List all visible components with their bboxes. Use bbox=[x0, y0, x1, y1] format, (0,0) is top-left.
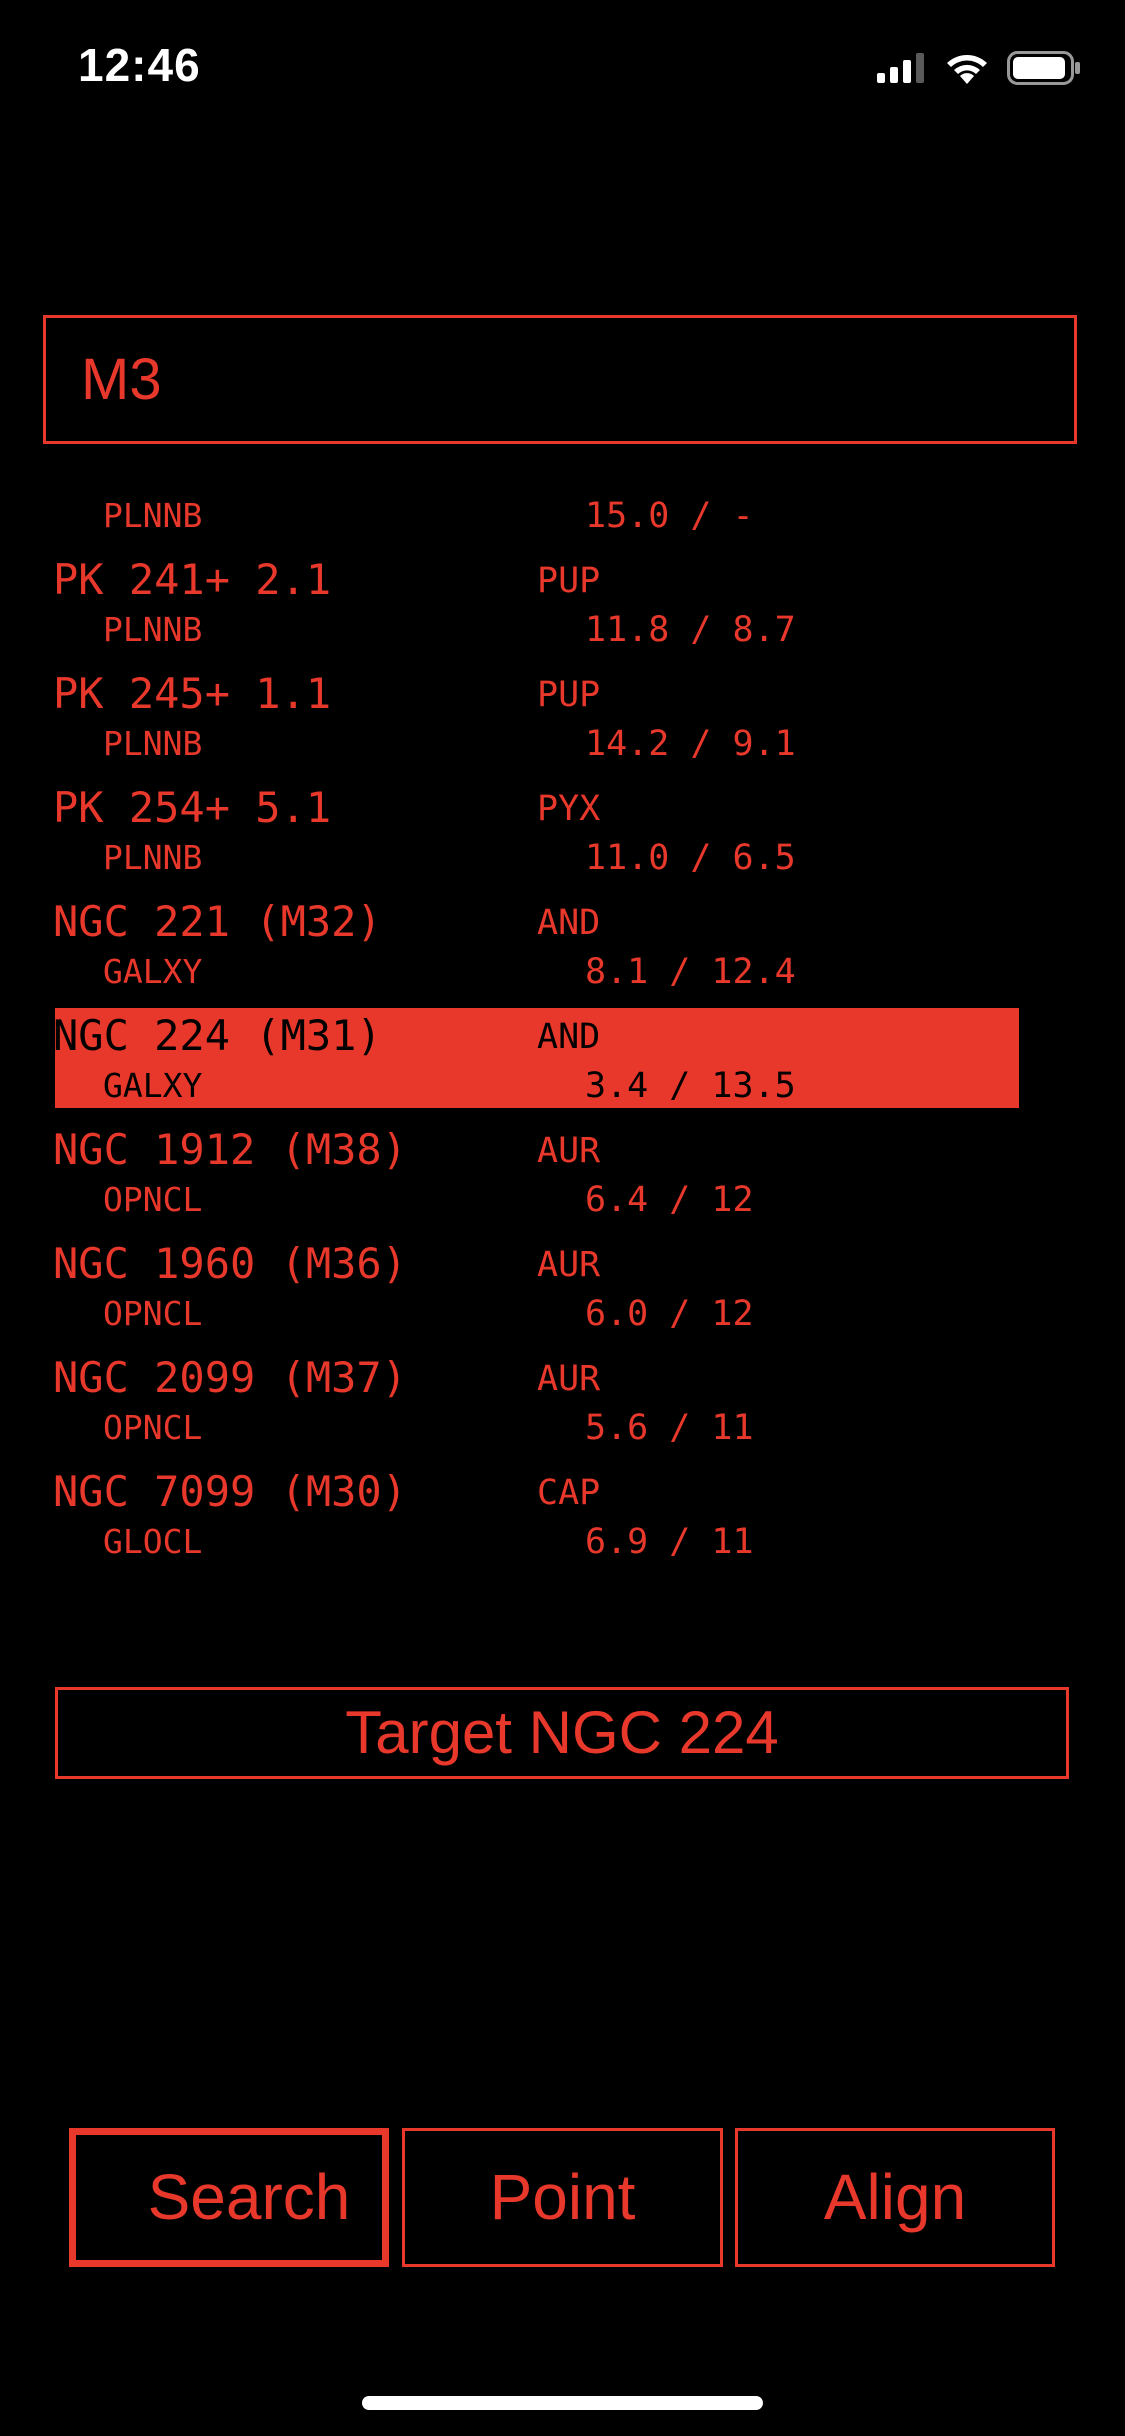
target-button[interactable]: Target NGC 224 bbox=[55, 1687, 1069, 1779]
object-name: NGC 7099 (M30) bbox=[53, 1467, 408, 1516]
result-row[interactable]: NGC 7099 (M30) CAP GLOCL 6.9 / 11 bbox=[0, 1464, 1125, 1578]
result-row[interactable]: NGC 2099 (M37) AUR OPNCL 5.6 / 11 bbox=[0, 1350, 1125, 1464]
cellular-signal-icon bbox=[877, 53, 924, 83]
result-row[interactable]: PK 245+ 1.1 PUP PLNNB 14.2 / 9.1 bbox=[0, 666, 1125, 780]
battery-icon bbox=[1007, 51, 1080, 85]
point-tab-button[interactable]: Point bbox=[402, 2128, 723, 2267]
object-magnitude: 6.9 / 11 bbox=[585, 1522, 754, 1562]
object-type: PLNNB bbox=[103, 496, 203, 535]
result-row[interactable]: PK 241+ 2.1 PUP PLNNB 11.8 / 8.7 bbox=[0, 552, 1125, 666]
object-constellation: AND bbox=[537, 903, 601, 943]
object-name: NGC 224 (M31) bbox=[53, 1011, 382, 1060]
result-row[interactable]: NGC 1960 (M36) AUR OPNCL 6.0 / 12 bbox=[0, 1236, 1125, 1350]
object-magnitude: 6.0 / 12 bbox=[585, 1294, 754, 1334]
object-constellation: CAP bbox=[537, 1473, 601, 1513]
status-time: 12:46 bbox=[78, 39, 201, 91]
object-magnitude: 11.0 / 6.5 bbox=[585, 838, 796, 878]
object-name: NGC 221 (M32) bbox=[53, 897, 382, 946]
object-magnitude: 14.2 / 9.1 bbox=[585, 724, 796, 764]
object-magnitude: 15.0 / - bbox=[585, 496, 754, 536]
object-type: OPNCL bbox=[103, 1294, 203, 1333]
object-constellation: AUR bbox=[537, 1245, 601, 1285]
object-magnitude: 3.4 / 13.5 bbox=[585, 1066, 796, 1106]
home-indicator bbox=[362, 2396, 763, 2410]
object-magnitude: 5.6 / 11 bbox=[585, 1408, 754, 1448]
object-type: PLNNB bbox=[103, 610, 203, 649]
result-row[interactable]: PK 333+ 5.2OPHPLNNB15.0 / - bbox=[0, 495, 1125, 552]
search-box[interactable] bbox=[43, 315, 1077, 444]
object-magnitude: 11.8 / 8.7 bbox=[585, 610, 796, 650]
object-magnitude: 8.1 / 12.4 bbox=[585, 952, 796, 992]
result-row[interactable]: NGC 221 (M32) AND GALXY 8.1 / 12.4 bbox=[0, 894, 1125, 1008]
result-row[interactable]: PK 254+ 5.1 PYX PLNNB 11.0 / 6.5 bbox=[0, 780, 1125, 894]
wifi-icon bbox=[947, 55, 987, 84]
object-type: GALXY bbox=[103, 952, 203, 991]
object-constellation: PUP bbox=[537, 561, 601, 601]
results-list[interactable]: PK 333+ 5.2OPHPLNNB15.0 / -PK 241+ 2.1PU… bbox=[0, 495, 1125, 1620]
result-row[interactable]: NGC 224 (M31) AND GALXY 3.4 / 13.5 bbox=[0, 1008, 1125, 1122]
search-tab-button[interactable]: Search bbox=[69, 2128, 389, 2267]
object-name: NGC 1912 (M38) bbox=[53, 1125, 408, 1174]
object-type: GLOCL bbox=[103, 1522, 203, 1561]
object-type: GALXY bbox=[103, 1066, 203, 1105]
object-name: PK 241+ 2.1 bbox=[53, 555, 332, 604]
result-row[interactable]: NGC 1912 (M38) AUR OPNCL 6.4 / 12 bbox=[0, 1122, 1125, 1236]
object-type: OPNCL bbox=[103, 1180, 203, 1219]
results-list-content: PK 333+ 5.2OPHPLNNB15.0 / -PK 241+ 2.1PU… bbox=[0, 495, 1125, 1578]
object-constellation: AUR bbox=[537, 1131, 601, 1171]
status-icons bbox=[877, 48, 1081, 88]
object-type: PLNNB bbox=[103, 724, 203, 763]
object-name: PK 254+ 5.1 bbox=[53, 783, 332, 832]
object-type: OPNCL bbox=[103, 1408, 203, 1447]
align-tab-button[interactable]: Align bbox=[735, 2128, 1055, 2267]
object-name: NGC 1960 (M36) bbox=[53, 1239, 408, 1288]
search-input[interactable] bbox=[81, 318, 1031, 441]
status-bar: 12:46 bbox=[0, 0, 1125, 135]
object-name: PK 245+ 1.1 bbox=[53, 669, 332, 718]
object-constellation: PYX bbox=[537, 789, 601, 829]
object-name: NGC 2099 (M37) bbox=[53, 1353, 408, 1402]
object-magnitude: 6.4 / 12 bbox=[585, 1180, 754, 1220]
object-constellation: AND bbox=[537, 1017, 601, 1057]
object-type: PLNNB bbox=[103, 838, 203, 877]
object-constellation: AUR bbox=[537, 1359, 601, 1399]
object-constellation: PUP bbox=[537, 675, 601, 715]
